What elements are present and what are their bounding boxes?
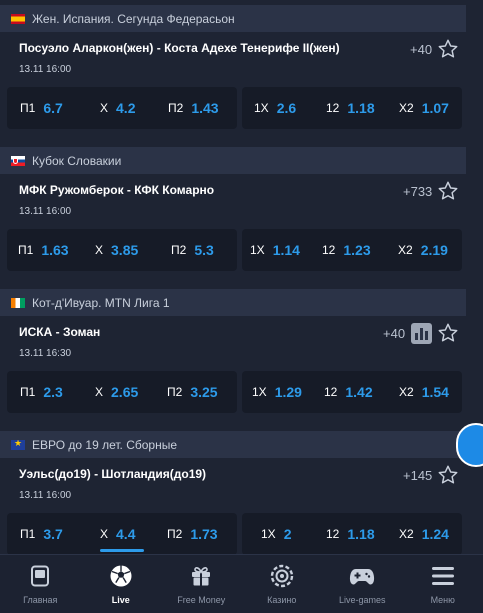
more-markets-link[interactable]: +145 [403, 468, 432, 483]
match-datetime: 13.11 16:30 [19, 348, 71, 359]
more-markets-link[interactable]: +40 [410, 42, 432, 57]
casino-chip-icon [269, 563, 295, 589]
odd-12[interactable]: 121.23 [322, 229, 371, 271]
slovakia-flag-icon [11, 156, 25, 166]
odd-1x[interactable]: 1Х2 [261, 513, 291, 555]
odd-x2[interactable]: Х21.24 [399, 513, 449, 555]
odd-1x[interactable]: 1Х1.14 [250, 229, 300, 271]
match-teams[interactable]: МФК Ружомберок - КФК Комарно [19, 183, 214, 197]
match-datetime: 13.11 16:00 [19, 206, 71, 217]
league-header[interactable]: Жен. Испания. Сегунда Федерасьон [0, 5, 466, 32]
odd-p2[interactable]: П21.73 [167, 513, 218, 555]
league-name: Кубок Словакии [32, 154, 121, 168]
league-header[interactable]: Кубок Словакии [0, 147, 466, 174]
odd-12[interactable]: 121.42 [324, 371, 373, 413]
more-markets-link[interactable]: +733 [403, 184, 432, 199]
favorite-star-icon[interactable] [437, 322, 459, 344]
odd-x2[interactable]: Х21.07 [399, 87, 449, 129]
match-row[interactable]: МФК Ружомберок - КФК Комарно 13.11 16:00… [0, 174, 466, 289]
match-row[interactable]: Посуэло Аларкон(жен) - Коста Адехе Тенер… [0, 32, 466, 147]
gift-icon [188, 563, 214, 589]
match-teams[interactable]: Посуэло Аларкон(жен) - Коста Адехе Тенер… [19, 41, 340, 55]
odd-p1[interactable]: П12.3 [20, 371, 63, 413]
match-teams[interactable]: ИСКА - Зоман [19, 325, 100, 339]
nav-item-menu[interactable]: Меню [403, 555, 483, 613]
odd-x[interactable]: Х3.85 [95, 229, 138, 271]
odd-p2[interactable]: П23.25 [167, 371, 218, 413]
nav-item-live-games[interactable]: Live-games [322, 555, 403, 613]
odd-x2[interactable]: Х21.54 [399, 371, 449, 413]
league-header[interactable]: Кот-д'Ивуар. MTN Лига 1 [0, 289, 466, 316]
league-name: ЕВРО до 19 лет. Сборные [32, 438, 177, 452]
match-datetime: 13.11 16:00 [19, 64, 71, 75]
match-teams[interactable]: Уэльс(до19) - Шотландия(до19) [19, 467, 206, 481]
odds-double-group: 1Х2.6 121.18 Х21.07 [242, 87, 462, 129]
odds-double-group: 1Х1.14 121.23 Х22.19 [242, 229, 462, 271]
odds-double-group: 1Х2 121.18 Х21.24 [242, 513, 462, 555]
home-icon [27, 563, 53, 589]
odd-p1[interactable]: П13.7 [20, 513, 63, 555]
odd-p1[interactable]: П11.63 [18, 229, 69, 271]
odd-x[interactable]: Х2.65 [95, 371, 138, 413]
odd-1x[interactable]: 1Х2.6 [254, 87, 296, 129]
odd-12[interactable]: 121.18 [326, 87, 375, 129]
league-name: Кот-д'Ивуар. MTN Лига 1 [32, 296, 170, 310]
league-header[interactable]: ЕВРО до 19 лет. Сборные [0, 431, 466, 458]
match-row[interactable]: Уэльс(до19) - Шотландия(до19) 13.11 16:0… [0, 458, 466, 554]
odd-x2[interactable]: Х22.19 [398, 229, 448, 271]
odd-12[interactable]: 121.18 [326, 513, 375, 555]
league-name: Жен. Испания. Сегунда Федерасьон [32, 12, 235, 26]
gamepad-icon [349, 563, 375, 589]
eu-flag-icon [11, 440, 25, 450]
odds-main-group: П16.7 Х4.2 П21.43 [7, 87, 237, 129]
odds-main-group: П11.63 Х3.85 П25.3 [7, 229, 237, 271]
match-datetime: 13.11 16:00 [19, 490, 71, 501]
favorite-star-icon[interactable] [437, 464, 459, 486]
more-markets-link[interactable]: +40 [383, 326, 405, 341]
odd-x[interactable]: Х4.2 [100, 87, 135, 129]
odds-double-group: 1Х1.29 121.42 Х21.54 [242, 371, 462, 413]
favorite-star-icon[interactable] [437, 38, 459, 60]
statistics-icon[interactable] [411, 323, 432, 344]
match-row[interactable]: ИСКА - Зоман 13.11 16:30 +40 П12.3 Х2.65… [0, 316, 466, 431]
nav-item-free-money[interactable]: Free Money [161, 555, 242, 613]
menu-icon [430, 563, 456, 589]
favorite-star-icon[interactable] [437, 180, 459, 202]
odd-1x[interactable]: 1Х1.29 [252, 371, 302, 413]
spain-flag-icon [11, 14, 25, 24]
odd-p2[interactable]: П25.3 [171, 229, 214, 271]
nav-item-home[interactable]: Главная [0, 555, 81, 613]
ivory-coast-flag-icon [11, 298, 25, 308]
bottom-navigation: Главная Live Free Money Казино Live-game… [0, 554, 483, 613]
selected-odd-indicator [100, 549, 144, 552]
odds-main-group: П12.3 Х2.65 П23.25 [7, 371, 237, 413]
nav-item-casino[interactable]: Казино [242, 555, 323, 613]
soccer-ball-icon [108, 563, 134, 589]
odd-p1[interactable]: П16.7 [20, 87, 63, 129]
odd-p2[interactable]: П21.43 [168, 87, 219, 129]
nav-item-live[interactable]: Live [81, 555, 162, 613]
